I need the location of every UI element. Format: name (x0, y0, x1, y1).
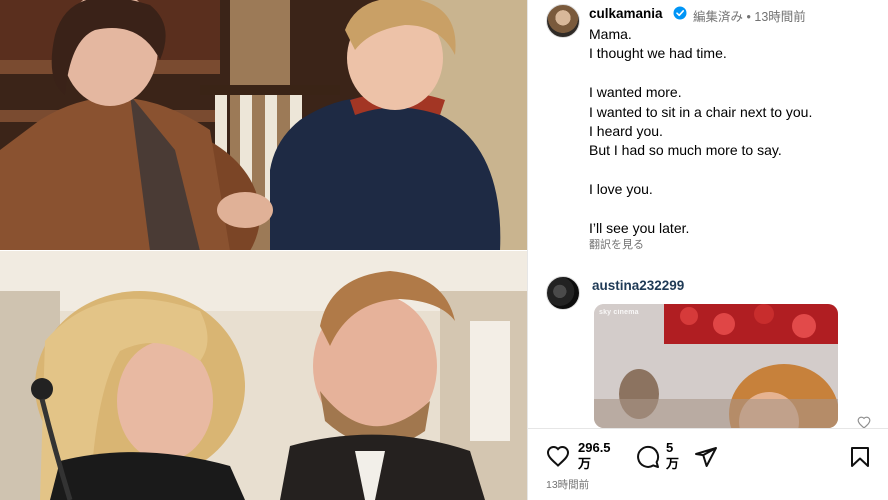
gif-frame (594, 304, 838, 428)
post-time: 13時間前 (754, 10, 806, 24)
comment-bubble-icon[interactable] (636, 445, 660, 469)
caption-line: But I had so much more to say. (589, 142, 782, 159)
caption-line: I love you. (589, 181, 653, 198)
post-photo-bottom (0, 251, 527, 500)
caption-line (589, 161, 879, 180)
caption-line: Mama. (589, 26, 632, 42)
edited-label: 編集済み (693, 10, 744, 24)
verified-badge-icon (673, 6, 687, 20)
commenter-username[interactable]: austina232299 (592, 278, 684, 293)
comments-count[interactable]: 5 万 (666, 440, 688, 472)
caption-line: I wanted more. (589, 84, 682, 101)
caption-line (589, 200, 879, 219)
post-details-panel: culkamania 編集済み • 13時間前 Mama. I thought … (527, 0, 888, 500)
post-meta: 編集済み • 13時間前 (693, 6, 806, 25)
post-timestamp: 13時間前 (546, 479, 590, 491)
post-actions-bar: 296.5 万 5 万 13時間前 (528, 428, 888, 500)
post-media[interactable] (0, 0, 527, 500)
post-caption: Mama. I thought we had time. I wanted mo… (589, 25, 879, 238)
caption-line: I thought we had time. (589, 45, 727, 62)
author-username[interactable]: culkamania (589, 6, 663, 21)
see-translation-link[interactable]: 翻訳を見る (589, 236, 644, 252)
paper-plane-icon[interactable] (694, 445, 718, 469)
commenter-avatar[interactable] (546, 276, 580, 310)
caption-line: I heard you. (589, 123, 663, 140)
bookmark-icon[interactable] (848, 445, 872, 469)
comment-gif[interactable]: sky cinema (594, 304, 838, 428)
post-photo-top (0, 0, 527, 251)
author-avatar[interactable] (546, 4, 580, 38)
caption-line (589, 64, 879, 83)
meta-separator: • (746, 10, 751, 24)
heart-icon[interactable] (546, 445, 570, 469)
gif-watermark: sky cinema (599, 309, 639, 316)
likes-count[interactable]: 296.5 万 (578, 440, 624, 472)
caption-line: I wanted to sit in a chair next to you. (589, 103, 813, 120)
